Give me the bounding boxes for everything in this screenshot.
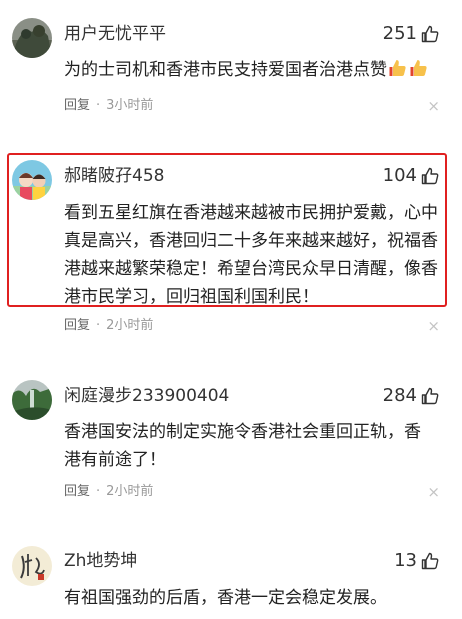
close-icon[interactable]: ×	[427, 97, 440, 115]
close-icon[interactable]: ×	[427, 317, 440, 335]
timestamp: 2小时前	[106, 484, 154, 499]
comment-item: 闲庭漫步233900404 284 香港国安法的制定实施令香港社会重回正轨，香港…	[0, 360, 462, 520]
comment-item: Zh地势坤 13 有祖国强劲的后盾，香港一定会稳定发展。	[0, 530, 462, 619]
like-count[interactable]: 251	[383, 23, 440, 45]
like-count-value: 104	[382, 165, 417, 186]
comment-text: 有祖国强劲的后盾，香港一定会稳定发展。	[64, 588, 387, 608]
username[interactable]: 郝睹陂孖458	[64, 165, 164, 187]
thumbs-up-emoji	[388, 58, 408, 78]
separator: ·	[96, 484, 101, 499]
like-count[interactable]: 284	[383, 385, 440, 407]
like-count-value: 284	[382, 385, 417, 406]
timestamp: 3小时前	[106, 98, 154, 113]
thumbs-up-outline-icon[interactable]	[420, 24, 440, 44]
close-icon[interactable]: ×	[427, 483, 440, 501]
avatar[interactable]	[12, 18, 52, 58]
like-count[interactable]: 13	[394, 550, 440, 572]
thumbs-up-emoji	[409, 58, 429, 78]
comment-meta: 回复 · 3小时前	[64, 97, 153, 115]
username[interactable]: 用户无忧平平	[64, 23, 166, 45]
comment-item: 郝睹陂孖458 104 看到五星红旗在香港越来越被市民拥护爱戴，心中真是高兴，香…	[0, 140, 462, 340]
timestamp: 2小时前	[106, 318, 154, 333]
avatar[interactable]	[12, 546, 52, 586]
thumbs-up-outline-icon[interactable]	[420, 386, 440, 406]
comment-meta: 回复 · 2小时前	[64, 317, 153, 335]
reply-button[interactable]: 回复	[64, 483, 90, 501]
comment-text: 为的士司机和香港市民支持爱国者治港点赞	[64, 56, 444, 84]
comment-meta: 回复 · 2小时前	[64, 483, 153, 501]
like-count-value: 251	[382, 23, 417, 44]
like-count-value: 13	[394, 550, 417, 571]
reply-button[interactable]: 回复	[64, 97, 90, 115]
comment-text: 看到五星红旗在香港越来越被市民拥护爱戴，心中真是高兴，香港回归二十多年来越来越好…	[64, 203, 438, 307]
reply-button[interactable]: 回复	[64, 317, 90, 335]
username[interactable]: 闲庭漫步233900404	[64, 385, 229, 407]
separator: ·	[96, 98, 101, 113]
avatar[interactable]	[12, 160, 52, 200]
comment-item: 用户无忧平平 251 为的士司机和香港市民支持爱国者治港点赞 回复 · 3小时前…	[0, 0, 462, 140]
avatar[interactable]	[12, 380, 52, 420]
comment-text: 香港国安法的制定实施令香港社会重回正轨，香港有前途了！	[64, 422, 421, 470]
comment-text-content: 为的士司机和香港市民支持爱国者治港点赞	[64, 60, 387, 80]
thumbs-up-outline-icon[interactable]	[420, 551, 440, 571]
thumbs-up-outline-icon[interactable]	[420, 166, 440, 186]
like-count[interactable]: 104	[383, 165, 440, 187]
separator: ·	[96, 318, 101, 333]
username[interactable]: Zh地势坤	[64, 550, 137, 572]
